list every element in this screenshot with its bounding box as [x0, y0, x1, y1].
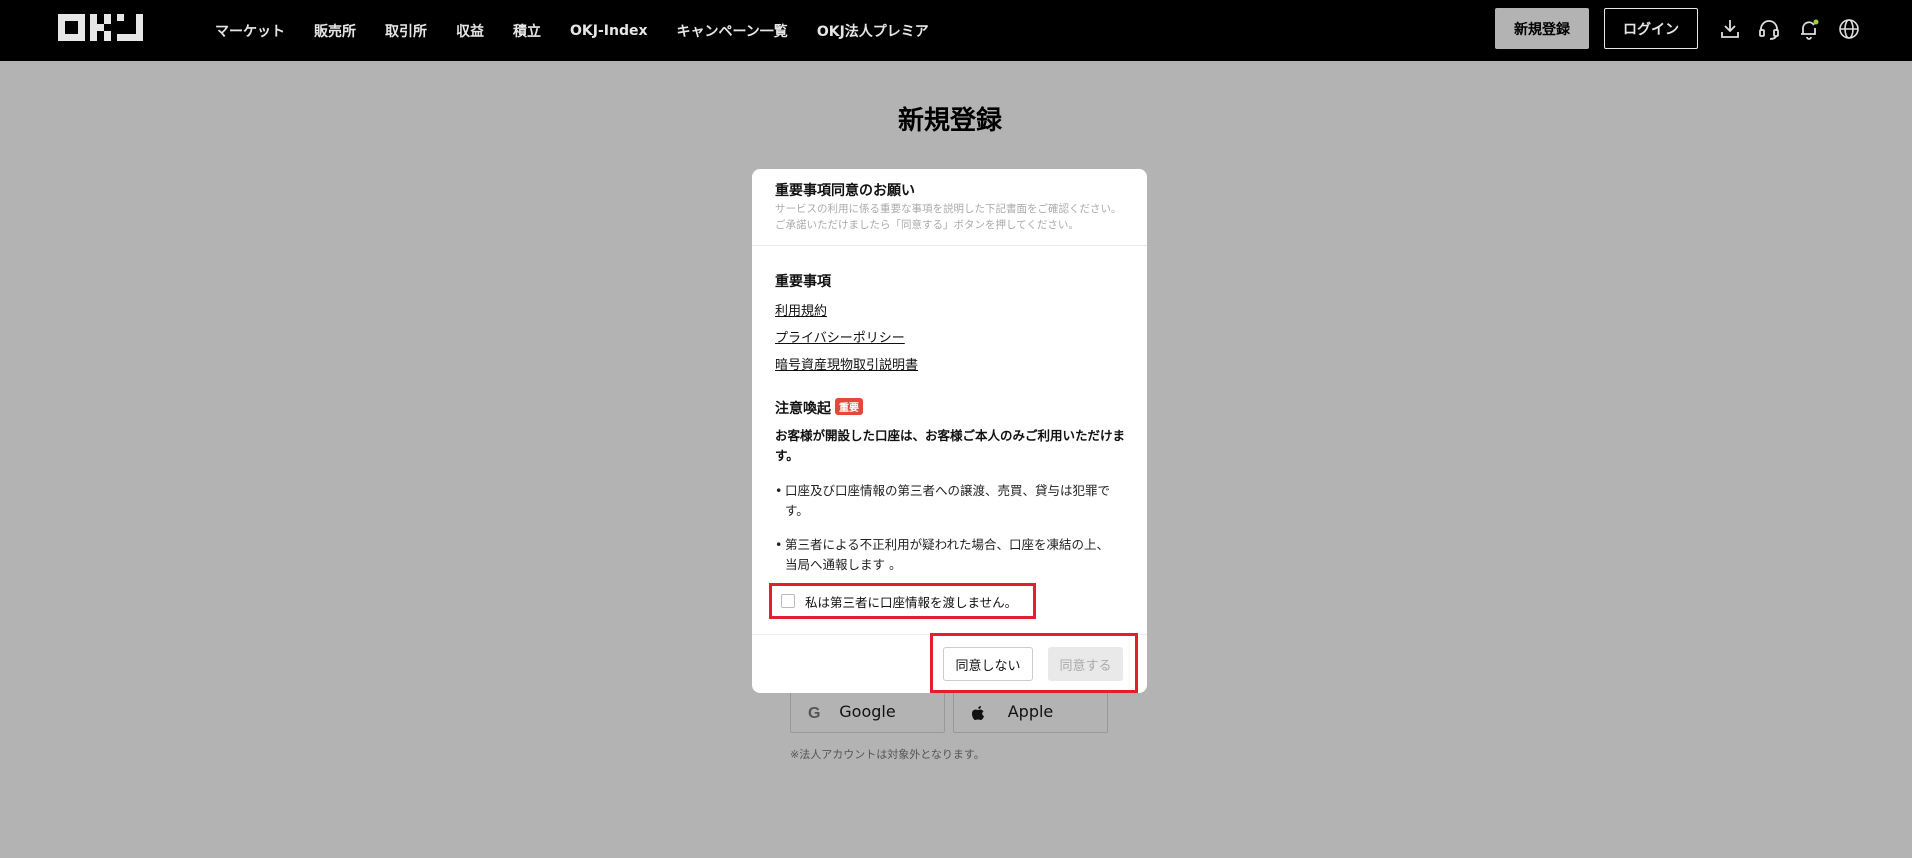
- login-button[interactable]: ログイン: [1604, 8, 1698, 49]
- signup-button[interactable]: 新規登録: [1495, 8, 1589, 49]
- privacy-policy-link[interactable]: プライバシーポリシー: [775, 327, 905, 346]
- headset-icon[interactable]: [1757, 17, 1781, 41]
- okj-logo[interactable]: [58, 14, 151, 41]
- agree-button[interactable]: 同意する: [1048, 647, 1123, 681]
- apple-icon: [968, 702, 988, 722]
- bell-icon[interactable]: [1797, 17, 1821, 41]
- svg-text:G: G: [808, 705, 820, 722]
- apple-signup-button[interactable]: Apple: [953, 690, 1108, 733]
- modal-subtitle: サービスの利用に係る重要な事項を説明した下記書面をご確認ください。ご承諾いただけ…: [775, 203, 1122, 231]
- caution-section-title: 注意喚起 重要: [775, 398, 863, 418]
- nav-earn[interactable]: 収益: [456, 21, 484, 41]
- modal-header: 重要事項同意のお願い サービスの利用に係る重要な事項を説明した下記書面をご確認く…: [752, 169, 1147, 246]
- no-share-checkbox[interactable]: [781, 594, 795, 608]
- modal-title: 重要事項同意のお願い: [775, 183, 915, 199]
- caution-title: 注意喚起: [775, 401, 831, 417]
- terms-link[interactable]: 利用規約: [775, 300, 827, 319]
- google-icon: G: [805, 702, 825, 722]
- no-share-checkbox-label[interactable]: 私は第三者に口座情報を渡しません。: [805, 592, 1017, 611]
- download-icon[interactable]: [1718, 17, 1742, 41]
- nav-savings[interactable]: 積立: [513, 21, 541, 41]
- caution-bullet: 口座及び口座情報の第三者への譲渡、売買、貸与は犯罪です。: [775, 481, 1115, 521]
- nav-exchange[interactable]: 取引所: [385, 21, 427, 41]
- caution-statement: お客様が開設した口座は、お客様ご本人のみご利用いただけます。: [775, 428, 1126, 463]
- nav-market[interactable]: マーケット: [215, 21, 285, 41]
- top-header: マーケット 販売所 取引所 収益 積立 OKJ-Index キャンペーン一覧 O…: [0, 0, 1912, 61]
- nav-dealer[interactable]: 販売所: [314, 21, 356, 41]
- consent-modal: 重要事項同意のお願い サービスの利用に係る重要な事項を説明した下記書面をご確認く…: [752, 169, 1147, 693]
- globe-icon[interactable]: [1837, 17, 1861, 41]
- important-badge: 重要: [835, 398, 863, 415]
- corporate-note: ※法人アカウントは対象外となります。: [790, 748, 985, 761]
- page-title: 新規登録: [897, 106, 1002, 136]
- nav-campaigns[interactable]: キャンペーン一覧: [677, 21, 788, 41]
- important-section-title: 重要事項: [775, 274, 831, 290]
- caution-bullet: 第三者による不正利用が疑われた場合、口座を凍結の上、当局へ通報します 。: [775, 535, 1115, 575]
- nav-okj-index[interactable]: OKJ-Index: [570, 23, 648, 39]
- no-share-checkbox-row[interactable]: 私は第三者に口座情報を渡しません。: [769, 583, 1036, 619]
- modal-footer: 同意しない 同意する: [752, 633, 1147, 693]
- google-signup-button[interactable]: G Google: [790, 690, 945, 733]
- crypto-trading-doc-link[interactable]: 暗号資産現物取引説明書: [775, 354, 918, 373]
- main-nav: マーケット 販売所 取引所 収益 積立 OKJ-Index キャンペーン一覧 O…: [215, 0, 958, 61]
- nav-corporate-premier[interactable]: OKJ法人プレミア: [817, 21, 929, 41]
- disagree-button[interactable]: 同意しない: [943, 647, 1033, 681]
